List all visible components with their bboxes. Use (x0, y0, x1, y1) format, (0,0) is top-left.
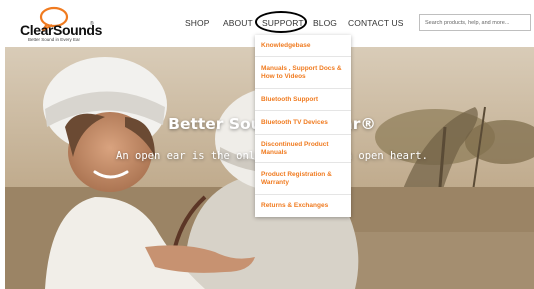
search-input[interactable] (419, 14, 531, 31)
nav-contact-us[interactable]: CONTACT US (348, 18, 403, 28)
dropdown-item-manuals[interactable]: Manuals , Support Docs & How to Videos (255, 57, 351, 89)
dropdown-item-bluetooth-support[interactable]: Bluetooth Support (255, 89, 351, 111)
hero-title-start: Better Sou (168, 115, 262, 133)
dropdown-item-knowledgebase[interactable]: Knowledgebase (255, 35, 351, 57)
dropdown-item-returns-exchanges[interactable]: Returns & Exchanges (255, 195, 351, 217)
hero-subtitle-start: An open ear is the only (116, 150, 262, 162)
trademark-symbol: ® (90, 21, 94, 27)
nav-shop[interactable]: SHOP (185, 18, 210, 28)
support-dropdown-menu: Knowledgebase Manuals , Support Docs & H… (255, 35, 351, 217)
dropdown-item-discontinued-manuals[interactable]: Discontinued Product Manuals (255, 135, 351, 163)
hero-subtitle-end: an open heart. (339, 150, 428, 162)
dropdown-item-product-registration[interactable]: Product Registration & Warranty (255, 163, 351, 195)
nav-about[interactable]: ABOUT (223, 18, 253, 28)
dropdown-item-bluetooth-tv[interactable]: Bluetooth TV Devices (255, 111, 351, 135)
logo-tagline: Better Sound in Every Ear (28, 37, 81, 42)
support-highlight-circle (255, 11, 307, 33)
clearsounds-logo[interactable]: ClearSounds ® Better Sound in Every Ear (18, 6, 102, 44)
nav-blog[interactable]: BLOG (313, 18, 337, 28)
